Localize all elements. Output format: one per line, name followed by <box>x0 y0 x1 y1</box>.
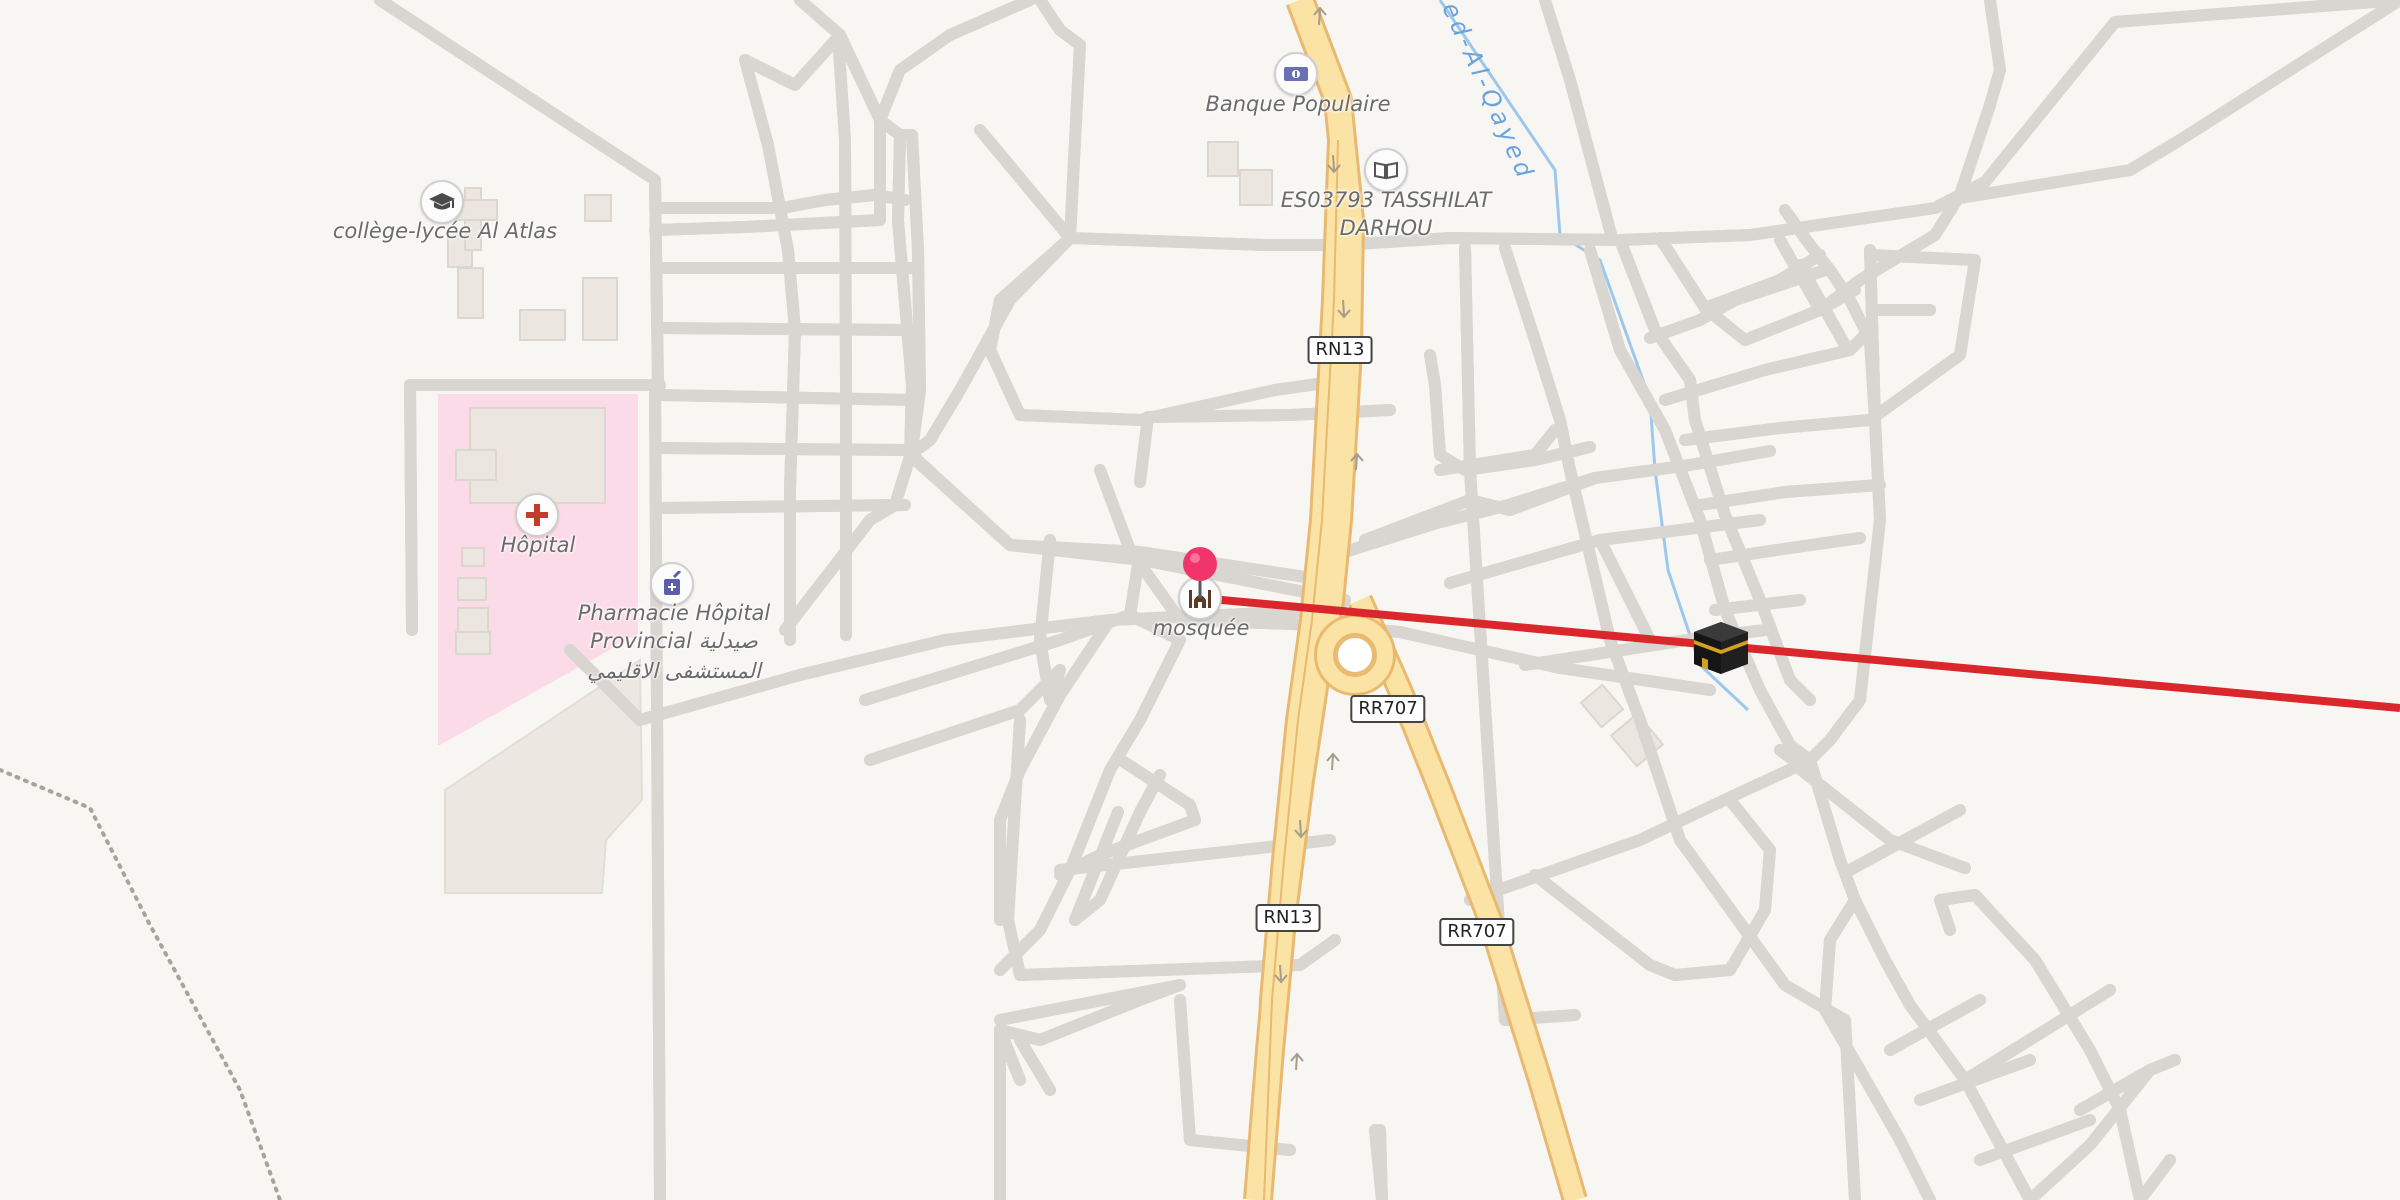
graduation-cap-icon <box>429 193 455 210</box>
road-shield-rn13-top: RN13 <box>1307 336 1373 364</box>
medical-cross-icon <box>526 504 548 526</box>
library-label-line2: DARHOU <box>1339 216 1433 240</box>
school-label: collège-lycée Al Atlas <box>332 219 558 243</box>
bank-label: Banque Populaire <box>1205 92 1391 116</box>
location-pin-icon[interactable] <box>1182 546 1218 598</box>
library-label-line1: ES03793 TASSHILAT <box>1280 188 1492 212</box>
road-shield-rn13-bottom: RN13 <box>1255 904 1321 932</box>
pharmacy-label-line2: Provincial صيدلية <box>590 629 758 653</box>
roundabout[interactable] <box>1314 614 1396 696</box>
mosque-label: mosquée <box>1152 616 1250 640</box>
road-shield-rr707-lower: RR707 <box>1439 918 1515 946</box>
pharmacy-mortar-icon <box>664 571 682 595</box>
admin-boundary <box>0 768 282 1200</box>
book-icon <box>1374 161 1398 180</box>
bank-icon <box>1284 67 1308 81</box>
kaaba-icon[interactable] <box>1692 620 1750 676</box>
trunk-roads[interactable] <box>1243 0 1588 1200</box>
pharmacy-label-line3: المستشفى الاقليمي <box>587 659 761 683</box>
pharmacy-label-line1: Pharmacie Hôpital <box>577 601 771 625</box>
map-view[interactable]: ed-Al-Qayed Banque Populaire ES03793 TAS… <box>0 0 2400 1200</box>
hospital-label: Hôpital <box>500 533 576 557</box>
road-shield-rr707-upper: RR707 <box>1350 695 1426 723</box>
